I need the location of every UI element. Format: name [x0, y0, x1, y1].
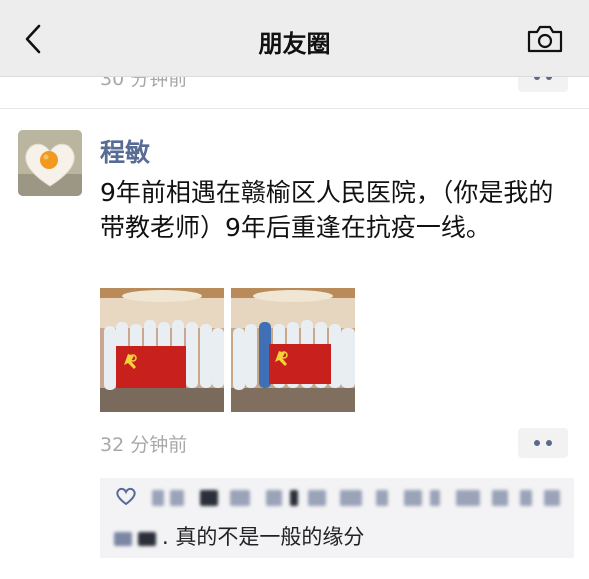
top-nav-bar: 朋友圈 — [0, 0, 589, 77]
dot-icon — [546, 440, 552, 446]
post-divider — [0, 108, 589, 109]
fried-egg-heart-avatar-image — [18, 130, 82, 196]
medical-team-with-flag-photo — [231, 288, 355, 412]
likes-comments-box: . 真的不是一般的缘分 — [100, 478, 574, 558]
post-username[interactable]: 程敏 — [100, 133, 150, 169]
post-photo-1[interactable] — [100, 288, 224, 412]
dot-icon — [534, 440, 540, 446]
avatar[interactable] — [18, 130, 82, 196]
post-more-button[interactable] — [518, 428, 568, 458]
medical-team-with-flag-photo — [100, 288, 224, 412]
comment-text: . 真的不是一般的缘分 — [162, 525, 365, 549]
post-photo-2[interactable] — [231, 288, 355, 412]
heart-outline-icon — [116, 487, 136, 506]
post-timestamp: 32 分钟前 — [100, 434, 188, 456]
liked-by-names-blurred — [148, 486, 566, 510]
post-text: 9年前相遇在赣榆区人民医院，（你是我的带教老师）9年后重逢在抗疫一线。 — [100, 178, 554, 242]
commenter-name-blurred — [114, 532, 160, 548]
camera-icon — [527, 25, 563, 53]
comment-row[interactable]: . 真的不是一般的缘分 — [100, 522, 574, 552]
page-title: 朋友圈 — [258, 30, 331, 58]
camera-button[interactable] — [526, 24, 564, 54]
